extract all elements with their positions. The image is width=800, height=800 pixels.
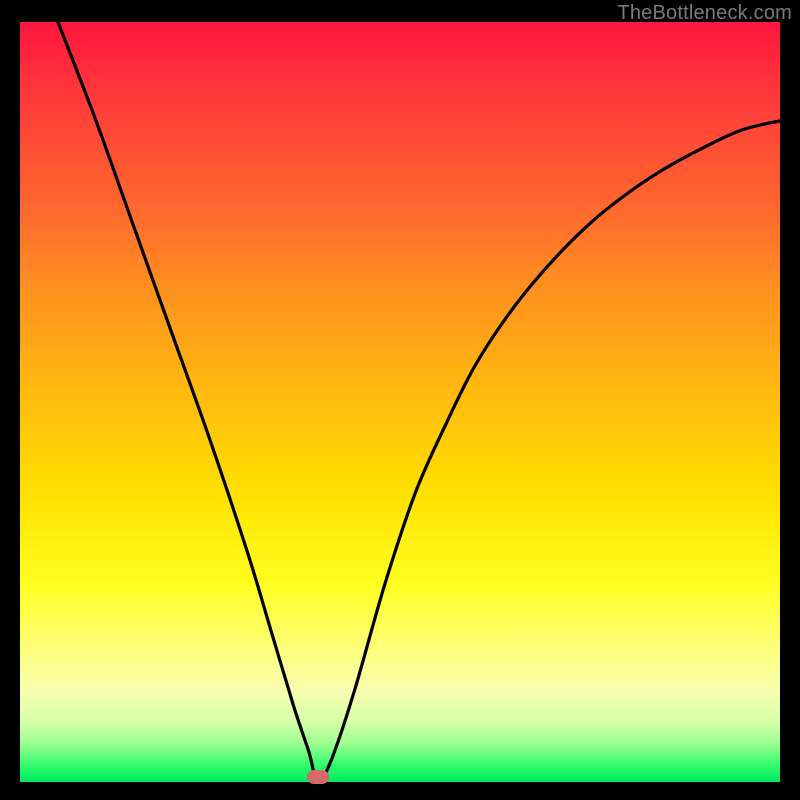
chart-frame: TheBottleneck.com — [0, 0, 800, 800]
plot-area — [20, 22, 780, 782]
optimal-point-marker — [307, 770, 329, 784]
bottleneck-curve — [20, 22, 780, 782]
